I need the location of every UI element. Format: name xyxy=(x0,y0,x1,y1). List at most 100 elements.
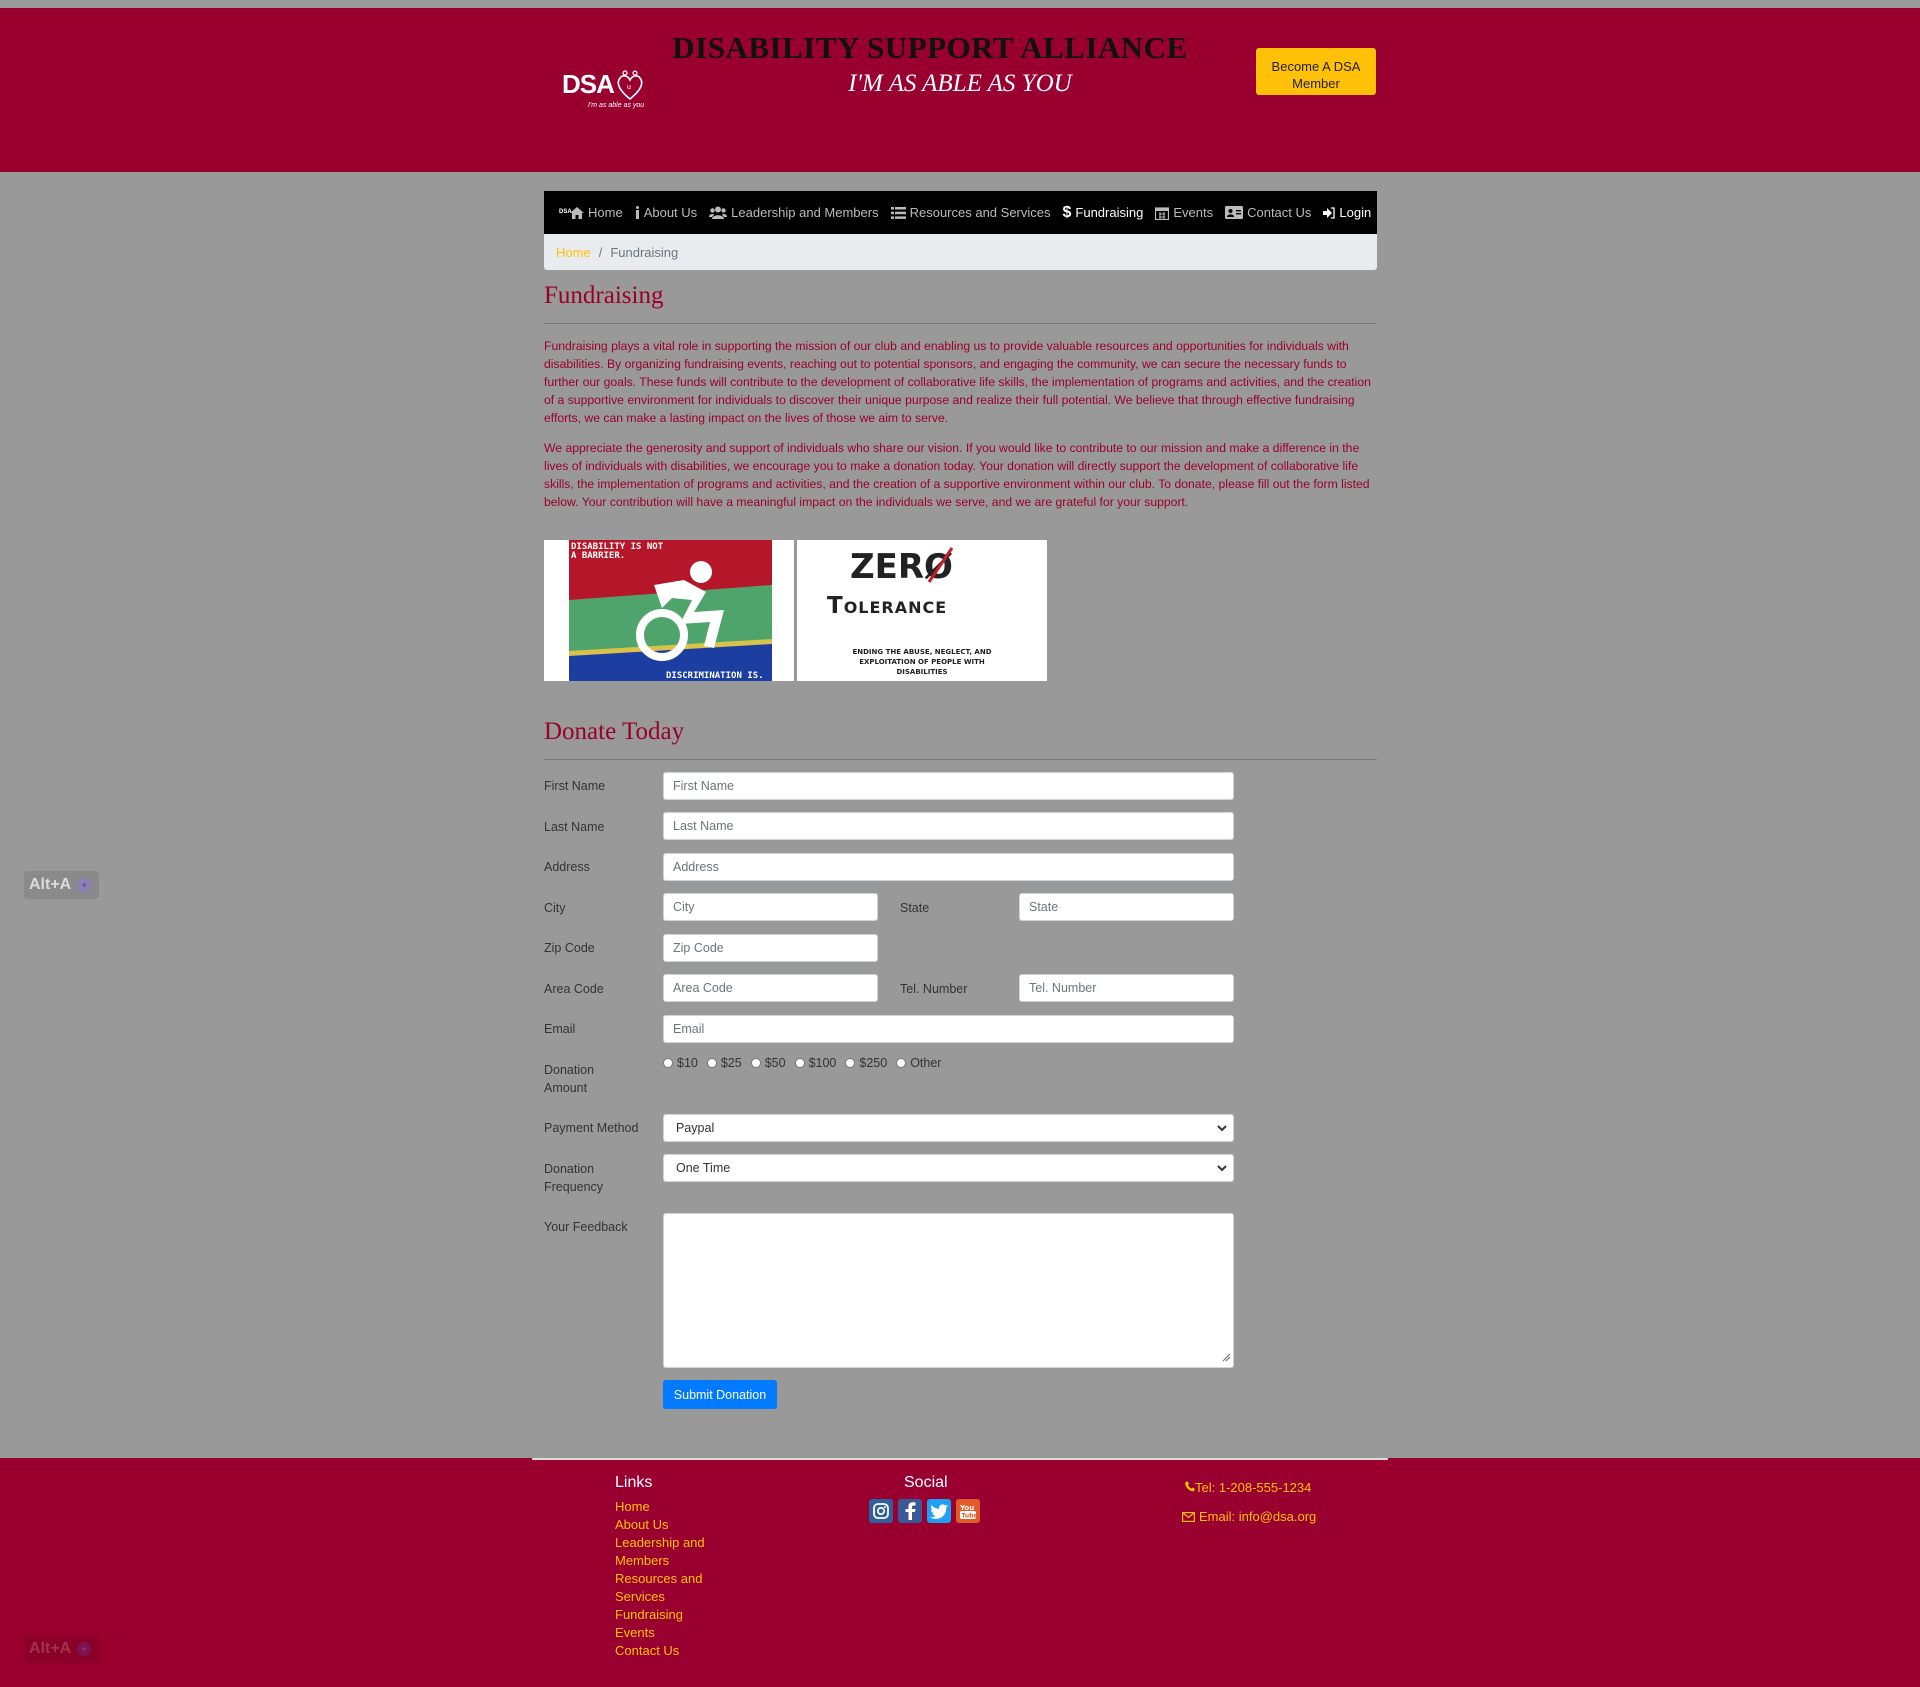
nav-item-leadership[interactable]: Leadership and Members xyxy=(709,205,879,220)
address-input[interactable] xyxy=(663,853,1234,881)
footer-link-contact[interactable]: Contact Us xyxy=(615,1642,725,1660)
first-name-input[interactable] xyxy=(663,772,1234,800)
amount-radio-100[interactable]: $100 xyxy=(794,1056,837,1070)
dsa-logo[interactable]: DSA u I'm as able as you xyxy=(560,67,650,117)
payment-method-select[interactable]: Paypal xyxy=(663,1114,1234,1142)
breadcrumb-home-link[interactable]: Home xyxy=(556,245,591,260)
nav-item-contact[interactable]: Contact Us xyxy=(1225,205,1311,220)
nav-item-resources[interactable]: Resources and Services xyxy=(890,205,1051,220)
donation-frequency-label: Donation Frequency xyxy=(544,1162,604,1194)
email-label: Email xyxy=(544,1022,576,1036)
nav-item-events[interactable]: Events xyxy=(1155,205,1213,220)
main-navbar: DSA Home About Us Leadership and Members… xyxy=(544,191,1377,234)
resize-grip-icon[interactable] xyxy=(1222,1350,1231,1365)
footer-link-about[interactable]: About Us xyxy=(615,1516,725,1534)
phone-icon xyxy=(1185,1480,1195,1495)
svg-text:Tube: Tube xyxy=(962,1513,978,1520)
accessibility-shortcut-widget-footer[interactable]: Alt+A + xyxy=(24,1635,99,1663)
footer-link-resources[interactable]: Resources and Services xyxy=(615,1570,725,1606)
nav-label-about: About Us xyxy=(643,205,698,220)
nav-item-home[interactable]: Home xyxy=(570,205,623,220)
nav-label-resources: Resources and Services xyxy=(909,205,1051,220)
facebook-icon[interactable] xyxy=(898,1499,922,1523)
payment-method-value: Paypal xyxy=(676,1121,715,1135)
tel-number-label: Tel. Number xyxy=(900,982,968,996)
image2-line2: EXPLOITATION OF PEOPLE WITH xyxy=(859,658,985,666)
chevron-down-icon xyxy=(1217,1162,1227,1177)
accessibility-shortcut-widget[interactable]: Alt+A + xyxy=(24,871,99,899)
footer-phone[interactable]: Tel: 1-208-555-1234 xyxy=(1185,1480,1311,1495)
instagram-icon[interactable] xyxy=(869,1499,893,1523)
title-divider xyxy=(544,323,1377,324)
chevron-down-icon xyxy=(1217,1122,1227,1137)
donate-divider xyxy=(544,759,1377,760)
twitter-icon[interactable] xyxy=(927,1499,951,1523)
radio-circle[interactable] xyxy=(896,1058,907,1068)
amount-radio-25[interactable]: $25 xyxy=(706,1056,742,1070)
amount-radio-250[interactable]: $250 xyxy=(845,1056,887,1070)
top-strip xyxy=(0,0,1920,8)
svg-text:You: You xyxy=(959,1504,974,1512)
amount-radio-50[interactable]: $50 xyxy=(750,1056,786,1070)
zip-code-input[interactable] xyxy=(663,934,878,962)
email-input[interactable] xyxy=(663,1015,1234,1043)
amount-radio-10[interactable]: $10 xyxy=(663,1056,698,1070)
svg-text:u: u xyxy=(627,84,631,91)
city-input[interactable] xyxy=(663,893,878,921)
site-title: DISABILITY SUPPORT ALLIANCE xyxy=(672,30,1188,65)
nav-item-about[interactable]: About Us xyxy=(635,205,697,220)
submit-donation-button[interactable]: Submit Donation xyxy=(663,1380,777,1409)
breadcrumb-current: Fundraising xyxy=(610,244,679,260)
donation-frequency-select[interactable]: One Time xyxy=(663,1154,1234,1182)
footer-social-title: Social xyxy=(904,1474,948,1491)
footer-email[interactable]: Email: info@dsa.org xyxy=(1182,1509,1316,1524)
become-member-button[interactable]: Become A DSA Member xyxy=(1256,48,1376,95)
nav-label-login: Login xyxy=(1339,205,1372,220)
sign-in-icon xyxy=(1323,206,1336,219)
address-label: Address xyxy=(544,860,590,874)
nav-item-login[interactable]: Login xyxy=(1323,205,1371,220)
amount-label: $100 xyxy=(808,1056,837,1070)
feedback-textarea[interactable] xyxy=(663,1213,1234,1368)
page-title: Fundraising xyxy=(544,282,664,309)
footer-link-events[interactable]: Events xyxy=(615,1624,725,1642)
donate-title: Donate Today xyxy=(544,718,685,745)
heart-logo-icon: u xyxy=(617,70,643,101)
first-name-label: First Name xyxy=(544,779,606,793)
amount-label: Other xyxy=(910,1056,942,1070)
area-code-label: Area Code xyxy=(544,982,604,996)
radio-circle[interactable] xyxy=(845,1058,856,1068)
nav-logo-text: DSA xyxy=(559,208,572,215)
nav-item-fundraising[interactable]: $ Fundraising xyxy=(1063,204,1144,222)
amount-label: $50 xyxy=(764,1056,786,1070)
amount-radio-other[interactable]: Other xyxy=(896,1056,941,1070)
zero-tolerance-image: ZERØ Tolerance ENDING THE ABUSE, NEGLECT… xyxy=(797,540,1047,681)
tel-number-input[interactable] xyxy=(1019,974,1234,1002)
nav-label-leadership: Leadership and Members xyxy=(731,205,879,220)
image2-line1: ENDING THE ABUSE, NEGLECT, AND xyxy=(852,648,991,656)
donation-amount-label: Donation Amount xyxy=(544,1063,595,1095)
radio-circle[interactable] xyxy=(794,1058,805,1068)
radio-circle[interactable] xyxy=(750,1058,761,1068)
youtube-icon[interactable]: You Tube xyxy=(956,1499,980,1523)
shortcut-label: Alt+A xyxy=(29,1640,72,1657)
footer-link-leadership[interactable]: Leadership and Members xyxy=(615,1534,725,1570)
list-icon xyxy=(890,206,906,219)
footer-divider xyxy=(532,1458,1388,1460)
amount-label: $25 xyxy=(720,1056,742,1070)
calendar-icon xyxy=(1155,206,1170,220)
accessibility-icon: + xyxy=(77,1642,92,1656)
area-code-input[interactable] xyxy=(663,974,878,1002)
radio-circle[interactable] xyxy=(663,1058,673,1068)
radio-circle[interactable] xyxy=(706,1058,717,1068)
footer-link-home[interactable]: Home xyxy=(615,1498,725,1516)
state-input[interactable] xyxy=(1019,893,1234,921)
footer-links: Home About Us Leadership and Members Res… xyxy=(615,1498,725,1660)
dollar-icon: $ xyxy=(1062,203,1072,221)
info-icon xyxy=(635,206,640,219)
accessibility-icon: + xyxy=(77,878,92,892)
last-name-input[interactable] xyxy=(663,812,1234,840)
donate-paragraph: We appreciate the generosity and support… xyxy=(544,441,1370,509)
nav-label-events: Events xyxy=(1173,205,1214,220)
footer-link-fundraising[interactable]: Fundraising xyxy=(615,1606,725,1624)
